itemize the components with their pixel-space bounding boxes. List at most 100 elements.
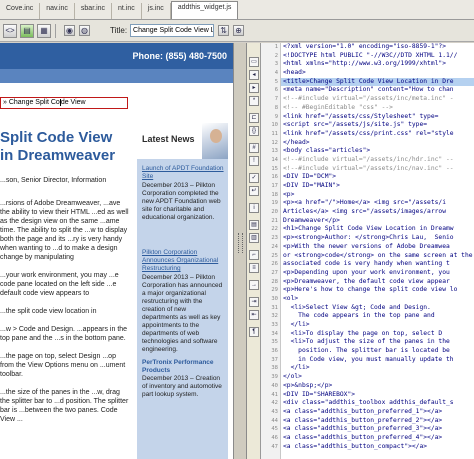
balance-braces-icon[interactable]: {}	[249, 126, 259, 136]
code-line[interactable]: <p><strong>Author: </strong>Chris Lau, S…	[281, 234, 474, 243]
news-link[interactable]: Pilkton Corporation Announces Organizati…	[142, 249, 224, 273]
line-number: 26	[271, 261, 278, 268]
document-toolbar: <> ▤ ▦ ◉ ◍ Title: Change Split Code View…	[0, 20, 474, 42]
design-view-pane[interactable]: Phone: (855) 480-7500 » Change Split Cod…	[0, 43, 233, 459]
code-line[interactable]: <ol>	[281, 295, 474, 304]
format-source-icon[interactable]: ¶	[249, 327, 259, 337]
code-line[interactable]: <a class="addthis_button_preferred_2"></…	[281, 417, 474, 426]
collapse-tag-icon[interactable]: ◂	[249, 70, 259, 80]
file-tab[interactable]: js.inc	[142, 3, 171, 19]
splitter-grip[interactable]	[238, 233, 243, 253]
code-line[interactable]: <!--#include virtual="/assets/inc/meta.i…	[281, 95, 474, 104]
expand-all-icon[interactable]: *	[249, 96, 259, 106]
code-line[interactable]: <p>	[281, 191, 474, 200]
file-management-icon[interactable]: ⇅	[218, 25, 230, 36]
code-line[interactable]: <DIV ID="DCM">	[281, 173, 474, 182]
code-line[interactable]: </li>	[281, 321, 474, 330]
code-line[interactable]: or <strong>code</strong> on the same scr…	[281, 252, 474, 261]
code-line[interactable]: <link href="/assets/css/Stylesheet" type…	[281, 113, 474, 122]
file-tab[interactable]: nt.inc	[112, 3, 142, 19]
news-link[interactable]: Launch of APDT Foundation Site	[142, 165, 224, 181]
syntax-error-icon[interactable]: ✓	[249, 173, 259, 183]
news-title: Latest News	[142, 134, 195, 144]
code-line[interactable]: <a class="addthis_button_preferred_3"></…	[281, 425, 474, 434]
code-line[interactable]: <h1>Change Split Code View Location in D…	[281, 225, 474, 234]
code-line[interactable]: <!--#include virtual="/assets/inc/hdr.in…	[281, 156, 474, 165]
code-line[interactable]: <body class="articles">	[281, 147, 474, 156]
code-line[interactable]: </head>	[281, 139, 474, 148]
info-icon[interactable]: i	[249, 203, 259, 213]
code-line[interactable]: Articles</a> <img src="/assets/images/ar…	[281, 208, 474, 217]
line-numbers-icon[interactable]: #	[249, 143, 259, 153]
code-line[interactable]: </ol>	[281, 373, 474, 382]
code-line[interactable]: <!DOCTYPE html PUBLIC "-//W3C//DTD XHTML…	[281, 52, 474, 61]
code-line[interactable]: <script src="/assets/js/site.js" type=	[281, 121, 474, 130]
remove-comment-icon[interactable]: ▥	[249, 233, 259, 243]
code-line[interactable]: associated code is very handy when wanti…	[281, 260, 474, 269]
code-line[interactable]: <link href="/assets/css/print.css" rel="…	[281, 130, 474, 139]
line-number: 29	[271, 287, 278, 294]
preview-icon[interactable]: ⊕	[233, 25, 245, 36]
line-number: 42	[271, 400, 278, 407]
line-number: 32	[271, 313, 278, 320]
highlight-invalid-code-icon[interactable]: !	[249, 156, 259, 166]
code-line[interactable]: <li>Select View &gt; Code and Design.	[281, 304, 474, 313]
file-tab[interactable]: nav.inc	[40, 3, 75, 19]
code-line[interactable]: <meta name="Description" content="How to…	[281, 86, 474, 95]
globe-icon[interactable]: ◍	[79, 25, 90, 36]
file-tab[interactable]: Cove.inc	[0, 3, 41, 19]
code-line[interactable]: <a class="addthis_button_preferred_1"></…	[281, 408, 474, 417]
outdent-icon[interactable]: ⇤	[249, 310, 259, 320]
live-view-icon[interactable]: ◉	[64, 25, 75, 36]
paragraph: ...rsions of Adobe Dreamweaver, ...ave t…	[0, 200, 129, 261]
split-view-icon[interactable]: ▤	[20, 23, 34, 38]
code-line[interactable]: <!-- #BeginEditable "css" -->	[281, 104, 474, 113]
article-author: ...son, Senior Director, Information	[0, 177, 107, 184]
code-view-icon[interactable]: <>	[3, 23, 17, 38]
code-line[interactable]: <DIV ID="MAIN">	[281, 182, 474, 191]
code-line[interactable]: <li>To adjust the size of the panes in t…	[281, 338, 474, 347]
code-line[interactable]: <DIV ID="SHAREBOX">	[281, 391, 474, 400]
code-line[interactable]: position. The splitter bar is located be	[281, 347, 474, 356]
code-view-pane[interactable]: <?xml version="1.0" encoding="iso-8859-1…	[281, 43, 474, 459]
code-line[interactable]: Dreamweaver</p>	[281, 217, 474, 226]
code-line[interactable]: <?xml version="1.0" encoding="iso-8859-1…	[281, 43, 474, 52]
breadcrumb[interactable]: » Change Split Code View	[0, 97, 128, 109]
wrap-tag-icon[interactable]: ⌐	[249, 250, 259, 260]
code-line[interactable]: <head>	[281, 69, 474, 78]
code-line[interactable]: <p>Depending upon your work environment,…	[281, 269, 474, 278]
splitter-bar[interactable]	[233, 43, 247, 459]
code-line[interactable]: <html xmlns="http://www.w3.org/1999/xhtm…	[281, 60, 474, 69]
list-item: ...the page on top, select Design ...op …	[0, 353, 126, 378]
word-wrap-icon[interactable]: ↵	[249, 186, 259, 196]
code-line[interactable]: The code appears in the top pane and	[281, 312, 474, 321]
apply-comment-icon[interactable]: ▤	[249, 220, 259, 230]
code-line[interactable]: <div class="addthis_toolbox addthis_defa…	[281, 399, 474, 408]
open-documents-icon[interactable]: ▭	[249, 57, 259, 67]
move-css-icon[interactable]: →	[249, 280, 259, 290]
title-input[interactable]: Change Split Code View Locatio	[130, 24, 215, 37]
recent-snippets-icon[interactable]: ≡	[249, 263, 259, 273]
line-number: 31	[271, 304, 278, 311]
code-line[interactable]: <p><a href="/">Home</a> <img src="/asset…	[281, 199, 474, 208]
code-line[interactable]: <li>To display the page on top, select D	[281, 330, 474, 339]
code-line[interactable]: <p>Here's how to change the split code v…	[281, 286, 474, 295]
design-view-icon[interactable]: ▦	[37, 23, 51, 38]
line-number: 7	[274, 96, 278, 103]
code-line[interactable]: <p>Dreamweaver, the default code view ap…	[281, 278, 474, 287]
code-line[interactable]: <!--#include virtual="/assets/inc/nav.in…	[281, 165, 474, 174]
code-line[interactable]: <a class="addthis_button_preferred_4"></…	[281, 434, 474, 443]
collapse-selection-icon[interactable]: ▸	[249, 83, 259, 93]
code-line[interactable]: <p>&nbsp;</p>	[281, 382, 474, 391]
code-line[interactable]: in Code view, you must manually update t…	[281, 356, 474, 365]
select-parent-tag-icon[interactable]: ⊏	[249, 113, 259, 123]
file-tab-active[interactable]: addthis_widget.js	[170, 1, 239, 19]
indent-icon[interactable]: ⇥	[249, 297, 259, 307]
line-number: 47	[271, 443, 278, 450]
code-line[interactable]: <p>With the newer versions of Adobe Drea…	[281, 243, 474, 252]
news-link[interactable]: PerTronix Performance Products	[142, 359, 224, 375]
file-tab[interactable]: sbar.inc	[75, 3, 113, 19]
code-line[interactable]: </li>	[281, 364, 474, 373]
code-line[interactable]: <a class="addthis_button_compact"></a>	[281, 443, 474, 452]
code-line[interactable]: <title>Change Split Code View Location i…	[281, 77, 474, 87]
